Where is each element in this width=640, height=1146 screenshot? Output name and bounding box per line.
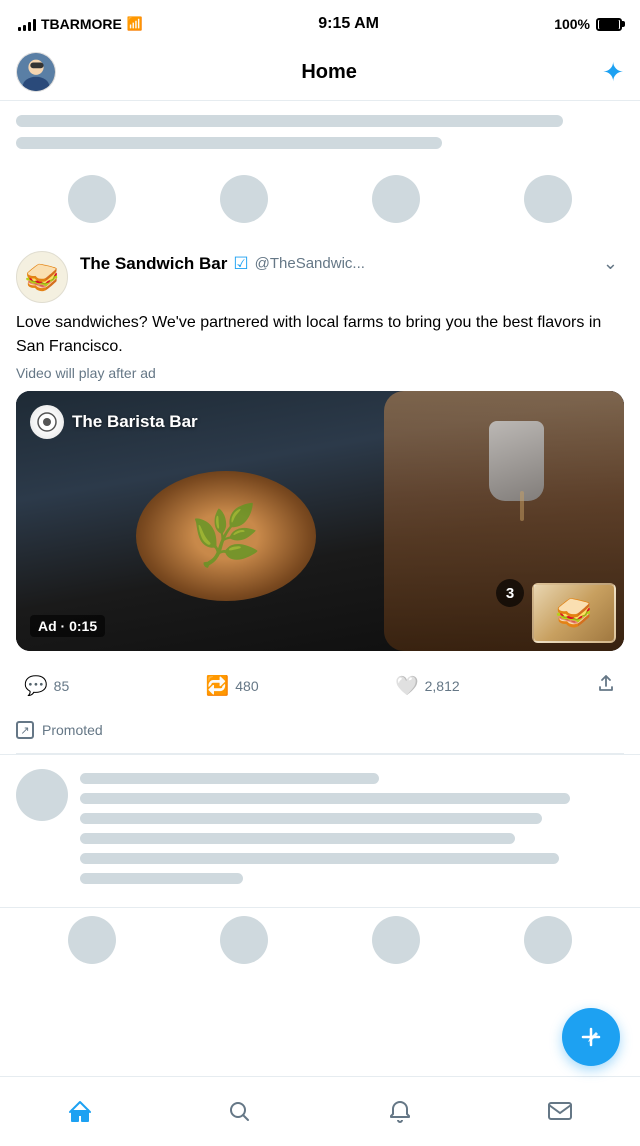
verified-badge: ☑ <box>233 254 248 274</box>
barista-name: The Barista Bar <box>72 412 198 432</box>
ad-label: Ad · 0:15 <box>30 615 105 637</box>
video-note: Video will play after ad <box>16 365 624 381</box>
nav-home[interactable] <box>50 1087 110 1137</box>
like-count: 2,812 <box>425 678 460 694</box>
skeleton-content <box>80 769 624 893</box>
skeleton-circle <box>524 175 572 223</box>
status-left: TBARMORE 📶 <box>18 16 143 32</box>
nav-search[interactable] <box>210 1087 270 1137</box>
skeleton-top <box>0 101 640 167</box>
dropdown-icon[interactable]: ⌄ <box>597 251 624 276</box>
skeleton-line <box>80 813 542 824</box>
barista-logo <box>30 405 64 439</box>
promoted-row: ↗ Promoted <box>16 717 624 754</box>
skeleton-line <box>80 773 379 784</box>
barista-label: The Barista Bar <box>30 405 198 439</box>
skeleton-circle <box>68 916 116 964</box>
thumb-sandwich-icon: 🥪 <box>555 596 592 631</box>
skeleton-line <box>80 873 243 884</box>
compose-fab[interactable] <box>562 1008 620 1066</box>
tweet-name-row: The Sandwich Bar ☑ @TheSandwic... ⌄ <box>80 251 624 276</box>
promoted-icon: ↗ <box>16 721 34 739</box>
skeleton-line <box>16 137 442 149</box>
like-action[interactable]: 🤍 2,812 <box>387 668 468 704</box>
tweet-avatar[interactable]: 🥪 <box>16 251 68 303</box>
like-icon: 🤍 <box>395 674 419 698</box>
retweet-action[interactable]: 🔁 480 <box>198 668 267 704</box>
skeleton-line <box>16 115 563 127</box>
status-right: 100% <box>554 16 622 32</box>
nav-messages[interactable] <box>530 1087 590 1137</box>
timer-badge: 3 <box>496 579 524 607</box>
account-name[interactable]: The Sandwich Bar <box>80 254 227 274</box>
skeleton-people-row <box>0 167 640 237</box>
promoted-label: Promoted <box>42 722 103 738</box>
tweet-body: Love sandwiches? We've partnered with lo… <box>16 311 624 359</box>
nav-bar: Home ✦ <box>0 44 640 101</box>
battery-percent: 100% <box>554 16 590 32</box>
skeleton-circle <box>372 916 420 964</box>
tweet-card: 🥪 The Sandwich Bar ☑ @TheSandwic... ⌄ Lo… <box>0 237 640 755</box>
skeleton-line <box>80 833 515 844</box>
reply-icon: 💬 <box>24 674 48 698</box>
avatar[interactable] <box>16 52 56 92</box>
skeleton-circle <box>524 916 572 964</box>
skeleton-circle <box>68 175 116 223</box>
carrier-label: TBARMORE <box>41 16 122 32</box>
bottom-nav <box>0 1076 640 1146</box>
battery-icon <box>596 18 622 31</box>
tweet-handle: @TheSandwic... <box>255 255 365 272</box>
skeleton-line <box>80 793 570 804</box>
page-title: Home <box>301 61 357 84</box>
nav-notifications[interactable] <box>370 1087 430 1137</box>
skeleton-line <box>80 853 559 864</box>
retweet-icon: 🔁 <box>206 674 230 698</box>
sandwich-icon: 🥪 <box>25 261 60 294</box>
reply-action[interactable]: 💬 85 <box>16 668 77 704</box>
share-action[interactable] <box>588 667 624 705</box>
avatar-image <box>17 53 55 91</box>
skeleton-avatar <box>16 769 68 821</box>
wifi-icon: 📶 <box>127 16 143 32</box>
tweet-actions: 💬 85 🔁 480 🤍 2,812 <box>16 663 624 717</box>
status-time: 9:15 AM <box>318 15 379 33</box>
skeleton-circle <box>220 916 268 964</box>
skeleton-circle <box>220 175 268 223</box>
skeleton-circle <box>372 175 420 223</box>
video-thumbnail: 🥪 <box>532 583 616 643</box>
tweet-meta: The Sandwich Bar ☑ @TheSandwic... ⌄ <box>80 251 624 276</box>
skeleton-post <box>0 755 640 908</box>
retweet-count: 480 <box>235 678 258 694</box>
video-container[interactable]: 🌿 The Barista Bar Ad · 0:15 3 🥪 <box>16 391 624 651</box>
tweet-header: 🥪 The Sandwich Bar ☑ @TheSandwic... ⌄ <box>16 251 624 303</box>
signal-icon <box>18 17 36 31</box>
status-bar: TBARMORE 📶 9:15 AM 100% <box>0 0 640 44</box>
skeleton-bottom-row <box>0 908 640 978</box>
share-icon <box>596 673 616 699</box>
reply-count: 85 <box>54 678 70 694</box>
sparkle-icon[interactable]: ✦ <box>602 57 624 88</box>
